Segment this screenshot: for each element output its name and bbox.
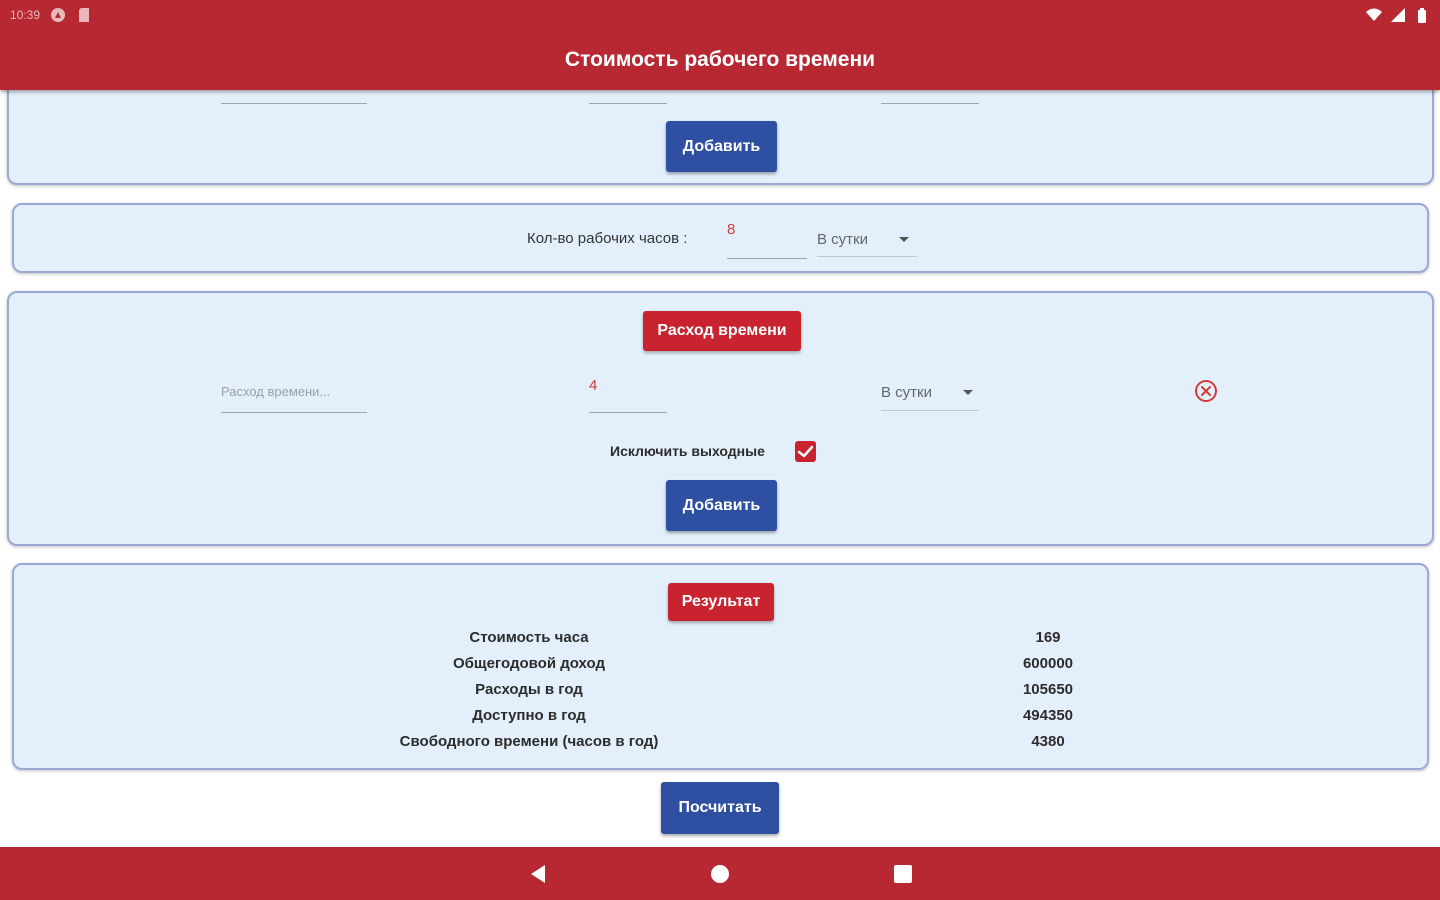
chevron-down-icon xyxy=(899,237,909,242)
work-hours-period-select[interactable]: В сутки xyxy=(817,229,917,257)
nav-home-button[interactable] xyxy=(690,847,750,900)
remove-expense-button[interactable] xyxy=(1194,379,1218,403)
nav-recents-button[interactable] xyxy=(873,847,933,900)
exclude-weekends-checkbox[interactable] xyxy=(795,441,816,462)
cell-signal-icon xyxy=(1390,7,1406,23)
expense-amount-value: 4 xyxy=(589,377,598,394)
work-hours-label: Кол-во рабочих часов : xyxy=(527,230,688,247)
navigation-bar xyxy=(0,847,1440,900)
page-title: Стоимость рабочего времени xyxy=(564,48,876,71)
expense-card: Расход времени 4 В сутки Исключить выход… xyxy=(7,291,1434,546)
calculate-button[interactable]: Посчитать xyxy=(661,782,779,834)
result-row-annual-expenses: Расходы в год 105650 xyxy=(14,681,1430,707)
income-period-select[interactable] xyxy=(881,90,979,104)
status-time: 10:39 xyxy=(10,8,41,22)
result-row-value: 494350 xyxy=(1022,707,1074,724)
work-hours-input[interactable]: 8 xyxy=(727,221,807,259)
status-bar-left: 10:39 xyxy=(10,7,92,23)
close-circle-icon xyxy=(1195,380,1217,402)
recents-icon xyxy=(894,864,912,883)
income-amount-field[interactable] xyxy=(589,90,667,104)
work-hours-period-value: В сутки xyxy=(817,231,868,248)
result-row-free-time: Свободного времени (часов в год) 4380 xyxy=(14,733,1430,759)
home-icon xyxy=(711,864,729,883)
wifi-icon xyxy=(1366,7,1382,23)
work-hours-value: 8 xyxy=(727,221,736,238)
status-bar: 10:39 xyxy=(0,0,1440,30)
back-icon xyxy=(531,864,545,883)
result-row-value: 4380 xyxy=(1031,733,1065,750)
expense-name-input[interactable] xyxy=(221,377,367,413)
result-row-value: 600000 xyxy=(1022,655,1074,672)
result-row-hour-cost: Стоимость часа 169 xyxy=(14,629,1430,655)
expense-period-select[interactable]: В сутки xyxy=(881,381,979,411)
result-row-available: Доступно в год 494350 xyxy=(14,707,1430,733)
result-row-value: 169 xyxy=(1035,629,1061,646)
status-bar-right xyxy=(1366,7,1430,23)
income-name-field[interactable] xyxy=(221,90,367,104)
app-notification-icon xyxy=(50,7,66,23)
exclude-weekends-label: Исключить выходные xyxy=(610,443,765,459)
nav-back-button[interactable] xyxy=(508,847,568,900)
expense-amount-input[interactable]: 4 xyxy=(589,377,667,413)
expense-period-value: В сутки xyxy=(881,384,932,401)
income-card: Добавить xyxy=(7,90,1434,185)
work-hours-card: Кол-во рабочих часов : 8 В сутки xyxy=(12,203,1429,273)
add-income-button[interactable]: Добавить xyxy=(666,121,777,172)
chevron-down-icon xyxy=(963,390,973,395)
result-row-annual-income: Общегодовой доход 600000 xyxy=(14,655,1430,681)
expense-header: Расход времени xyxy=(643,311,801,351)
result-header: Результат xyxy=(668,583,774,621)
result-row-value: 105650 xyxy=(1022,681,1074,698)
sd-card-icon xyxy=(76,7,92,23)
app-bar: Стоимость рабочего времени xyxy=(0,30,1440,90)
add-expense-button[interactable]: Добавить xyxy=(666,480,777,531)
checkmark-icon xyxy=(797,445,814,458)
result-card: Результат Стоимость часа 169 Общегодовой… xyxy=(12,563,1429,770)
battery-icon xyxy=(1414,7,1430,23)
content-scroll[interactable]: Добавить Кол-во рабочих часов : 8 В сутк… xyxy=(0,90,1440,847)
